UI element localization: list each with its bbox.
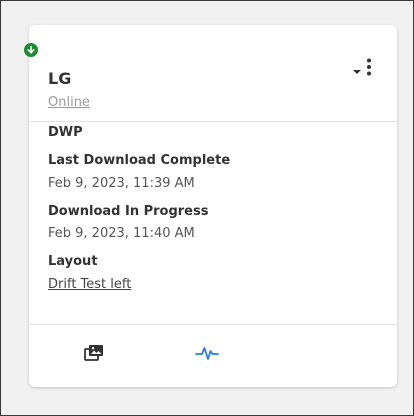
screenshot-frame: LG Online DWP Last Download Complete Feb… — [0, 0, 414, 416]
header-divider — [29, 121, 397, 122]
gallery-button[interactable] — [80, 343, 108, 367]
caret-down-icon — [353, 60, 361, 79]
last-download-value: Feb 9, 2023, 11:39 AM — [48, 176, 195, 191]
layout-label: Layout — [48, 254, 98, 269]
footer-divider — [29, 324, 397, 325]
download-in-progress-label: Download In Progress — [48, 204, 209, 219]
image-gallery-icon — [84, 344, 104, 366]
activity-button[interactable] — [193, 343, 221, 367]
device-status-link[interactable]: Online — [48, 95, 90, 110]
dwp-label: DWP — [48, 125, 83, 140]
last-download-label: Last Download Complete — [48, 153, 231, 168]
download-in-progress-value: Feb 9, 2023, 11:40 AM — [48, 226, 195, 241]
kebab-menu-icon — [367, 58, 371, 80]
device-name: LG — [48, 69, 72, 88]
device-menu-button[interactable] — [353, 58, 387, 80]
device-card: LG Online DWP Last Download Complete Feb… — [24, 25, 397, 387]
activity-pulse-icon — [195, 345, 219, 365]
layout-link[interactable]: Drift Test left — [48, 277, 131, 292]
download-status-icon — [24, 43, 38, 57]
